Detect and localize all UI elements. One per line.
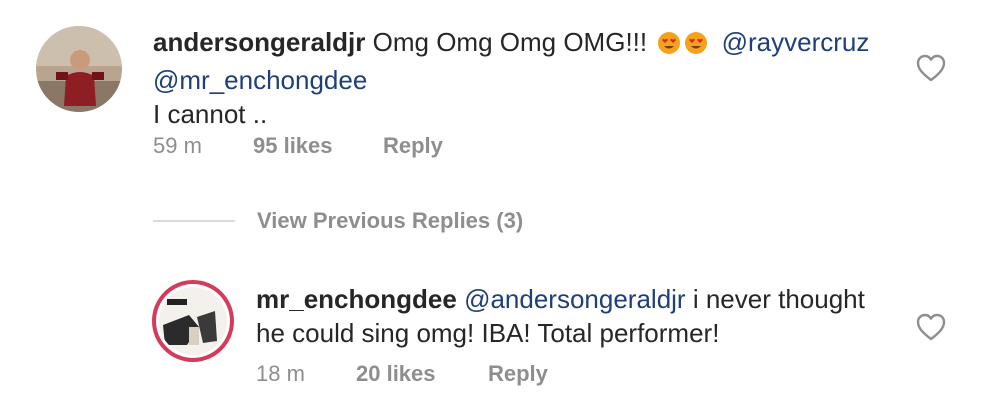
heart-eyes-emoji-icon [657, 29, 681, 63]
comment-timestamp: 59 m [153, 133, 202, 158]
view-previous-replies-label[interactable]: View Previous Replies (3) [257, 208, 523, 234]
avatar-photo [159, 287, 227, 355]
comment-text: Omg Omg Omg OMG!!! [372, 27, 648, 57]
comment-body: andersongeraldjr Omg Omg Omg OMG!!! @ray… [153, 25, 893, 131]
reply-meta: 18 m 20 likes Reply [256, 359, 548, 389]
mention-link[interactable]: @mr_enchongdee [153, 65, 367, 95]
reply-likes[interactable]: 20 likes [356, 361, 488, 387]
reply-username[interactable]: mr_enchongdee [256, 284, 457, 314]
heart-outline-icon [916, 313, 946, 341]
comment-username[interactable]: andersongeraldjr [153, 27, 365, 57]
mention-link[interactable]: @rayvercruz [722, 27, 870, 57]
reply-button[interactable]: Reply [488, 361, 548, 387]
reply-body: mr_enchongdee @andersongeraldjr i never … [256, 282, 896, 350]
reply-avatar[interactable] [152, 280, 234, 362]
reply-text: i never thought [692, 284, 865, 314]
like-comment-button[interactable] [915, 53, 947, 83]
reply-timestamp: 18 m [256, 361, 305, 386]
avatar-photo [36, 26, 122, 112]
mention-link[interactable]: @andersongeraldjr [464, 284, 686, 314]
heart-eyes-emoji-icon [684, 29, 708, 63]
commenter-avatar[interactable] [36, 26, 122, 112]
comment-text: I cannot .. [153, 99, 268, 129]
comment-meta: 59 m 95 likes Reply [153, 131, 443, 161]
reply-text: he could sing omg! IBA! Total performer! [256, 318, 720, 348]
like-reply-button[interactable] [915, 312, 947, 342]
heart-outline-icon [916, 54, 946, 82]
view-previous-replies[interactable]: View Previous Replies (3) [153, 206, 523, 236]
comment-likes[interactable]: 95 likes [253, 133, 383, 159]
reply-button[interactable]: Reply [383, 133, 443, 159]
divider-line [153, 220, 235, 222]
